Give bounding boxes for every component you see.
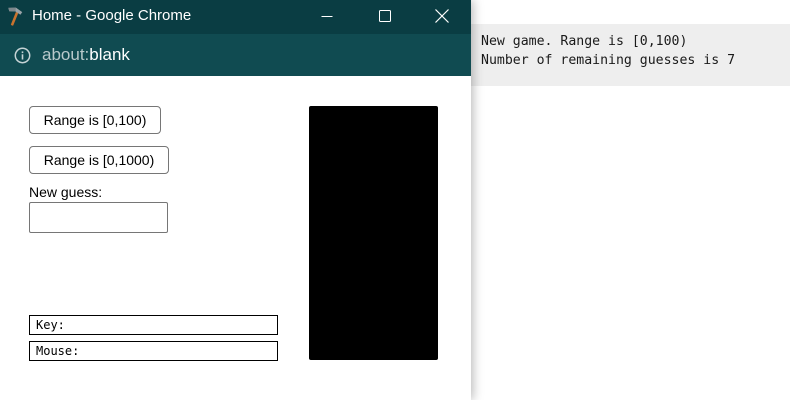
console-line: New game. Range is [0,100)	[481, 34, 688, 49]
maximize-icon	[379, 10, 391, 22]
window-title: Home - Google Chrome	[32, 7, 192, 24]
desktop: Home - Google Chrome about:blank Range i…	[0, 0, 790, 400]
url-text[interactable]: about:blank	[42, 45, 130, 65]
close-button[interactable]	[413, 0, 471, 32]
hammer-icon	[5, 5, 27, 27]
new-guess-label: New guess:	[29, 184, 103, 200]
title-bar[interactable]: Home - Google Chrome	[0, 0, 471, 34]
chrome-window: Home - Google Chrome about:blank Range i…	[0, 0, 471, 400]
close-icon	[435, 9, 449, 23]
game-canvas[interactable]	[309, 106, 438, 360]
maximize-button[interactable]	[356, 0, 414, 32]
console-output: New game. Range is [0,100) Number of rem…	[471, 24, 790, 86]
new-guess-input[interactable]	[29, 202, 168, 233]
url-path: blank	[89, 45, 130, 64]
info-icon[interactable]	[14, 47, 31, 64]
minimize-icon	[321, 10, 333, 22]
console-line: Number of remaining guesses is 7	[481, 53, 736, 68]
key-readout: Key:	[29, 315, 278, 335]
address-bar[interactable]: about:blank	[0, 34, 471, 76]
url-scheme: about:	[42, 45, 90, 64]
mouse-readout: Mouse:	[29, 341, 278, 361]
range-1000-button[interactable]: Range is [0,1000)	[29, 146, 169, 174]
page-content: Range is [0,100) Range is [0,1000) New g…	[0, 76, 471, 400]
range-100-button[interactable]: Range is [0,100)	[29, 106, 161, 134]
minimize-button[interactable]	[298, 0, 356, 32]
